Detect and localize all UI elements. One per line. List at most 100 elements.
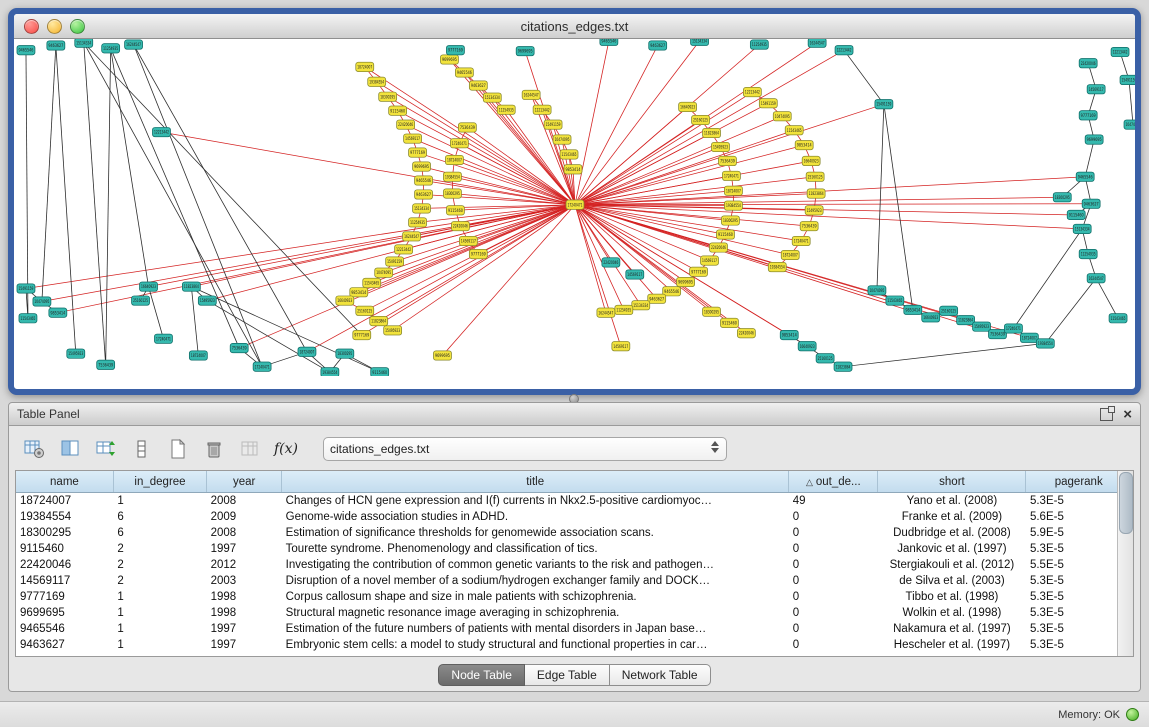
graph-node[interactable]: 7536439 (718, 156, 736, 165)
graph-edge[interactable] (575, 205, 710, 261)
table-cell[interactable]: 0 (789, 509, 878, 525)
table-cell[interactable]: Jankovic et al. (1997) (878, 541, 1026, 557)
table-cell[interactable]: Stergiakouli et al. (2012) (878, 557, 1026, 573)
graph-node[interactable]: 9853414 (795, 140, 813, 149)
graph-node[interactable]: 9115460 (1067, 210, 1085, 219)
column-header-title[interactable]: title (282, 471, 789, 493)
graph-node[interactable]: 14569117 (404, 134, 422, 143)
graph-node[interactable]: 11254935 (1079, 249, 1097, 258)
table-cell[interactable]: 1 (113, 589, 206, 605)
table-cell[interactable]: 2 (113, 541, 206, 557)
graph-node[interactable]: 25160125 (356, 306, 374, 315)
table-cell[interactable]: 0 (789, 525, 878, 541)
table-cell[interactable]: 5.5E-5 (1026, 557, 1132, 573)
graph-edge[interactable] (418, 153, 575, 205)
column-header-short[interactable]: short (878, 471, 1026, 493)
graph-node[interactable]: 11543465 (785, 126, 803, 135)
table-cell[interactable]: Changes of HCN gene expression and I(f) … (282, 493, 789, 510)
graph-node[interactable]: 18724007 (298, 347, 316, 356)
table-cell[interactable]: 1 (113, 493, 206, 510)
graph-node[interactable]: 25160125 (692, 115, 710, 124)
graph-node[interactable]: 10474095 (1124, 120, 1135, 129)
graph-edge[interactable] (843, 343, 1045, 366)
graph-node[interactable]: 16244547 (522, 90, 540, 99)
table-cell[interactable]: 2012 (207, 557, 282, 573)
graph-node[interactable]: 15491159 (17, 284, 35, 293)
graph-edge[interactable] (134, 45, 263, 367)
graph-node[interactable]: 15495923 (712, 142, 730, 151)
table-cell[interactable]: Investigating the contribution of common… (282, 557, 789, 573)
table-cell[interactable]: Tourette syndrome. Phenomenology and cla… (282, 541, 789, 557)
graph-node[interactable]: 18724007 (356, 62, 374, 71)
table-scrollbar[interactable] (1117, 471, 1133, 656)
graph-edge[interactable] (207, 301, 330, 373)
column-header-year[interactable]: year (207, 471, 282, 493)
graph-node[interactable]: 9777169 (469, 249, 487, 258)
graph-node[interactable]: 25160125 (132, 296, 150, 305)
graph-edge[interactable] (1045, 278, 1096, 343)
graph-node[interactable]: 18724007 (1020, 333, 1038, 342)
table-cell[interactable]: 0 (789, 621, 878, 637)
graph-edge[interactable] (239, 205, 575, 348)
table-cell[interactable]: 5.6E-5 (1026, 509, 1132, 525)
graph-node[interactable]: 11823864 (957, 315, 975, 324)
graph-node[interactable]: 15134334 (632, 301, 650, 310)
graph-edge[interactable] (84, 43, 106, 365)
table-row[interactable]: 1872400712008Changes of HCN gene express… (16, 493, 1132, 510)
graph-edge[interactable] (1096, 278, 1118, 318)
graph-node[interactable]: 16244547 (403, 232, 421, 241)
graph-node[interactable]: 18724007 (724, 186, 742, 195)
graph-node[interactable]: 15134334 (413, 204, 431, 213)
network-graph[interactable]: 17240471 18724007 19384554 18300295 9115460 2… (14, 39, 1135, 376)
graph-node[interactable]: 16244547 (597, 308, 615, 317)
table-row[interactable]: 1456911722003Disruption of a novel membe… (16, 573, 1132, 589)
graph-node[interactable]: 22420046 (710, 243, 728, 252)
table-cell[interactable]: 2008 (207, 493, 282, 510)
table-cell[interactable]: Estimation of the future numbers of pati… (282, 621, 789, 637)
graph-edge[interactable] (575, 205, 725, 235)
table-cell[interactable]: Wolkin et al. (1998) (878, 605, 1026, 621)
table-cell[interactable]: 0 (789, 573, 878, 589)
table-cell[interactable]: Yano et al. (2008) (878, 493, 1026, 510)
graph-edge[interactable] (575, 116, 782, 204)
graph-edge[interactable] (26, 50, 28, 318)
table-settings-icon[interactable] (21, 436, 47, 462)
graph-node[interactable]: 25160125 (816, 354, 834, 363)
delete-icon[interactable] (201, 436, 227, 462)
graph-node[interactable]: 18300295 (721, 216, 739, 225)
graph-node[interactable]: 11823864 (834, 362, 852, 371)
graph-edge[interactable] (191, 287, 198, 356)
close-button[interactable] (24, 19, 39, 34)
table-cell[interactable]: 49 (789, 493, 878, 510)
graph-node[interactable]: 12213442 (395, 245, 413, 254)
table-cell[interactable]: Embryonic stem cells: a model to study s… (282, 637, 789, 653)
graph-node[interactable]: 15495923 (973, 322, 991, 331)
table-cell[interactable]: Estimation of significance thresholds fo… (282, 525, 789, 541)
table-cell[interactable]: 2 (113, 557, 206, 573)
table-cell[interactable]: 18724007 (16, 493, 113, 510)
new-file-icon[interactable] (165, 436, 191, 462)
graph-edge[interactable] (575, 205, 624, 310)
graph-node[interactable]: 17240471 (253, 362, 271, 371)
table-cell[interactable]: 0 (789, 541, 878, 557)
graph-edge[interactable] (149, 205, 575, 287)
table-cell[interactable]: Franke et al. (2009) (878, 509, 1026, 525)
graph-node[interactable]: 16640923 (140, 282, 158, 291)
graph-node[interactable]: 22420046 (397, 120, 415, 129)
graph-node[interactable]: 10474095 (375, 268, 393, 277)
graph-node[interactable]: 11254935 (750, 40, 768, 49)
graph-node[interactable]: 14569117 (701, 256, 719, 265)
graph-node[interactable]: 16244547 (808, 39, 826, 47)
graph-edge[interactable] (884, 104, 913, 310)
table-row[interactable]: 946554611997Estimation of the future num… (16, 621, 1132, 637)
table-cell[interactable]: 14569117 (16, 573, 113, 589)
edit-table-icon[interactable] (93, 436, 119, 462)
graph-node[interactable]: 9777169 (446, 46, 464, 55)
table-cell[interactable]: 5.3E-5 (1026, 621, 1132, 637)
graph-node[interactable]: 17240471 (566, 200, 584, 209)
row-height-icon[interactable] (129, 436, 155, 462)
graph-node[interactable]: 15495923 (67, 349, 85, 358)
graph-node[interactable]: 19384554 (368, 77, 386, 86)
table-cell[interactable]: Tibbo et al. (1998) (878, 589, 1026, 605)
table-cell[interactable]: 22420046 (16, 557, 113, 573)
